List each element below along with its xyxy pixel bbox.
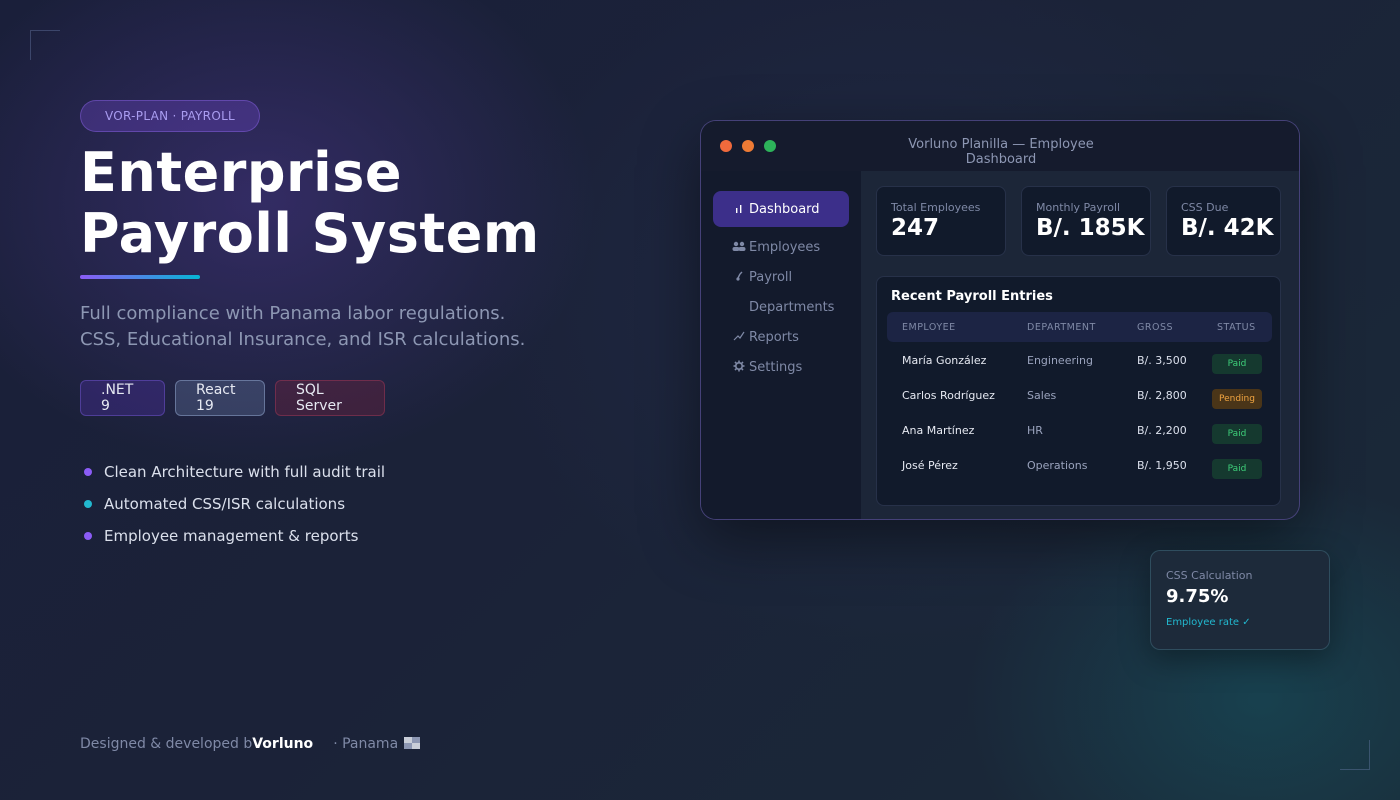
window-titlebar: Vorluno Planilla — Employee Dashboard xyxy=(701,121,1299,171)
column-header-department: DEPARTMENT xyxy=(1027,322,1096,333)
close-window-button[interactable] xyxy=(720,140,732,152)
hero-title-line: Enterprise xyxy=(80,141,402,204)
cell-gross: B/. 2,200 xyxy=(1137,424,1187,437)
column-header-employee: EMPLOYEE xyxy=(902,322,956,333)
footer-brand: Vorluno xyxy=(252,736,314,752)
sidebar: Dashboard Employees Payroll Departments … xyxy=(701,171,861,519)
sidebar-item-label: Dashboard xyxy=(749,201,820,217)
window-title: Vorluno Planilla — Employee Dashboard xyxy=(908,137,1094,167)
css-calculation-card: CSS Calculation 9.75% Employee rate ✓ xyxy=(1150,550,1330,650)
product-badge: VOR-PLAN · PAYROLL xyxy=(80,100,260,132)
table-header: EMPLOYEE DEPARTMENT GROSS STATUS xyxy=(887,312,1272,342)
users-icon xyxy=(731,241,747,254)
panel-title: Recent Payroll Entries xyxy=(891,289,1053,304)
footer-location: · Panama xyxy=(333,736,399,752)
chart-icon xyxy=(731,203,747,216)
stat-label: Total Employees xyxy=(891,201,981,214)
table-row[interactable]: Carlos Rodríguez Sales B/. 2,800 Pending xyxy=(887,380,1272,415)
hero-subtitle: Full compliance with Panama labor regula… xyxy=(80,301,600,353)
cell-employee: María González xyxy=(902,354,987,367)
hero-title: Enterprise Payroll System xyxy=(80,142,640,264)
cell-department: HR xyxy=(1027,424,1043,437)
stat-label: Monthly Payroll xyxy=(1036,201,1121,214)
subtitle-line: CSS, Educational Insurance, and ISR calc… xyxy=(80,329,526,350)
status-badge: Pending xyxy=(1212,389,1262,409)
feature-text: Automated CSS/ISR calculations xyxy=(104,495,346,513)
corner-decoration xyxy=(1340,740,1370,770)
hero-title-line: Payroll System xyxy=(80,202,540,265)
footer-prefix: Designed & developed b xyxy=(80,736,253,752)
corner-decoration xyxy=(30,30,60,60)
trend-icon xyxy=(731,331,747,344)
table-row[interactable]: José Pérez Operations B/. 1,950 Paid xyxy=(887,450,1272,485)
stat-card-css-due: CSS Due B/. 42K xyxy=(1166,186,1281,256)
feature-item: Clean Architecture with full audit trail xyxy=(84,456,385,488)
stat-value: B/. 185K xyxy=(1036,215,1145,241)
bullet-dot-icon xyxy=(84,468,92,476)
maximize-window-button[interactable] xyxy=(764,140,776,152)
cell-employee: José Pérez xyxy=(902,459,958,472)
stat-value: 247 xyxy=(891,215,940,241)
card-label: CSS Calculation xyxy=(1166,569,1253,582)
status-badge: Paid xyxy=(1212,459,1262,479)
sidebar-item-label: Employees xyxy=(749,239,821,255)
tech-badge-dotnet: .NET 9 xyxy=(80,380,165,416)
status-badge: Paid xyxy=(1212,424,1262,444)
recent-payroll-panel: Recent Payroll Entries EMPLOYEE DEPARTME… xyxy=(876,276,1281,506)
column-header-gross: GROSS xyxy=(1137,322,1174,333)
feature-item: Employee management & reports xyxy=(84,520,385,552)
bullet-dot-icon xyxy=(84,500,92,508)
footer-credit: Designed & developed b Vorluno · Panama xyxy=(80,736,421,752)
cell-employee: Carlos Rodríguez xyxy=(902,389,995,402)
stat-card-total-employees: Total Employees 247 xyxy=(876,186,1006,256)
sidebar-item-dashboard[interactable]: Dashboard xyxy=(713,191,849,227)
tech-badge-react: React 19 xyxy=(175,380,265,416)
stat-value: B/. 42K xyxy=(1181,215,1274,241)
panama-flag-icon xyxy=(404,736,421,752)
cell-department: Sales xyxy=(1027,389,1057,402)
table-row[interactable]: Ana Martínez HR B/. 2,200 Paid xyxy=(887,415,1272,450)
stat-label: CSS Due xyxy=(1181,201,1229,214)
app-window: Vorluno Planilla — Employee Dashboard Da… xyxy=(700,120,1300,520)
feature-text: Employee management & reports xyxy=(104,527,359,545)
tech-stack: .NET 9 React 19 SQL Server xyxy=(80,380,385,416)
gear-icon xyxy=(731,360,747,375)
minimize-window-button[interactable] xyxy=(742,140,754,152)
subtitle-line: Full compliance with Panama labor regula… xyxy=(80,303,506,324)
card-value: 9.75% xyxy=(1166,586,1229,607)
accent-bar xyxy=(80,275,200,279)
bullet-dot-icon xyxy=(84,532,92,540)
feature-list: Clean Architecture with full audit trail… xyxy=(84,456,385,552)
cell-department: Engineering xyxy=(1027,354,1093,367)
sidebar-item-settings[interactable]: Settings xyxy=(713,349,849,385)
money-icon xyxy=(731,271,747,284)
sidebar-item-label: Departments xyxy=(749,299,835,315)
cell-employee: Ana Martínez xyxy=(902,424,975,437)
table-row[interactable]: María González Engineering B/. 3,500 Pai… xyxy=(887,345,1272,380)
sidebar-item-label: Settings xyxy=(749,359,803,375)
card-note: Employee rate ✓ xyxy=(1166,617,1251,628)
column-header-status: STATUS xyxy=(1217,322,1256,333)
status-badge: Paid xyxy=(1212,354,1262,374)
stat-card-monthly-payroll: Monthly Payroll B/. 185K xyxy=(1021,186,1151,256)
sidebar-item-label: Payroll xyxy=(749,269,793,285)
tech-badge-sqlserver: SQL Server xyxy=(275,380,385,416)
feature-text: Clean Architecture with full audit trail xyxy=(104,463,386,481)
cell-gross: B/. 3,500 xyxy=(1137,354,1187,367)
cell-gross: B/. 2,800 xyxy=(1137,389,1187,402)
cell-department: Operations xyxy=(1027,459,1088,472)
cell-gross: B/. 1,950 xyxy=(1137,459,1187,472)
sidebar-item-label: Reports xyxy=(749,329,799,345)
feature-item: Automated CSS/ISR calculations xyxy=(84,488,385,520)
